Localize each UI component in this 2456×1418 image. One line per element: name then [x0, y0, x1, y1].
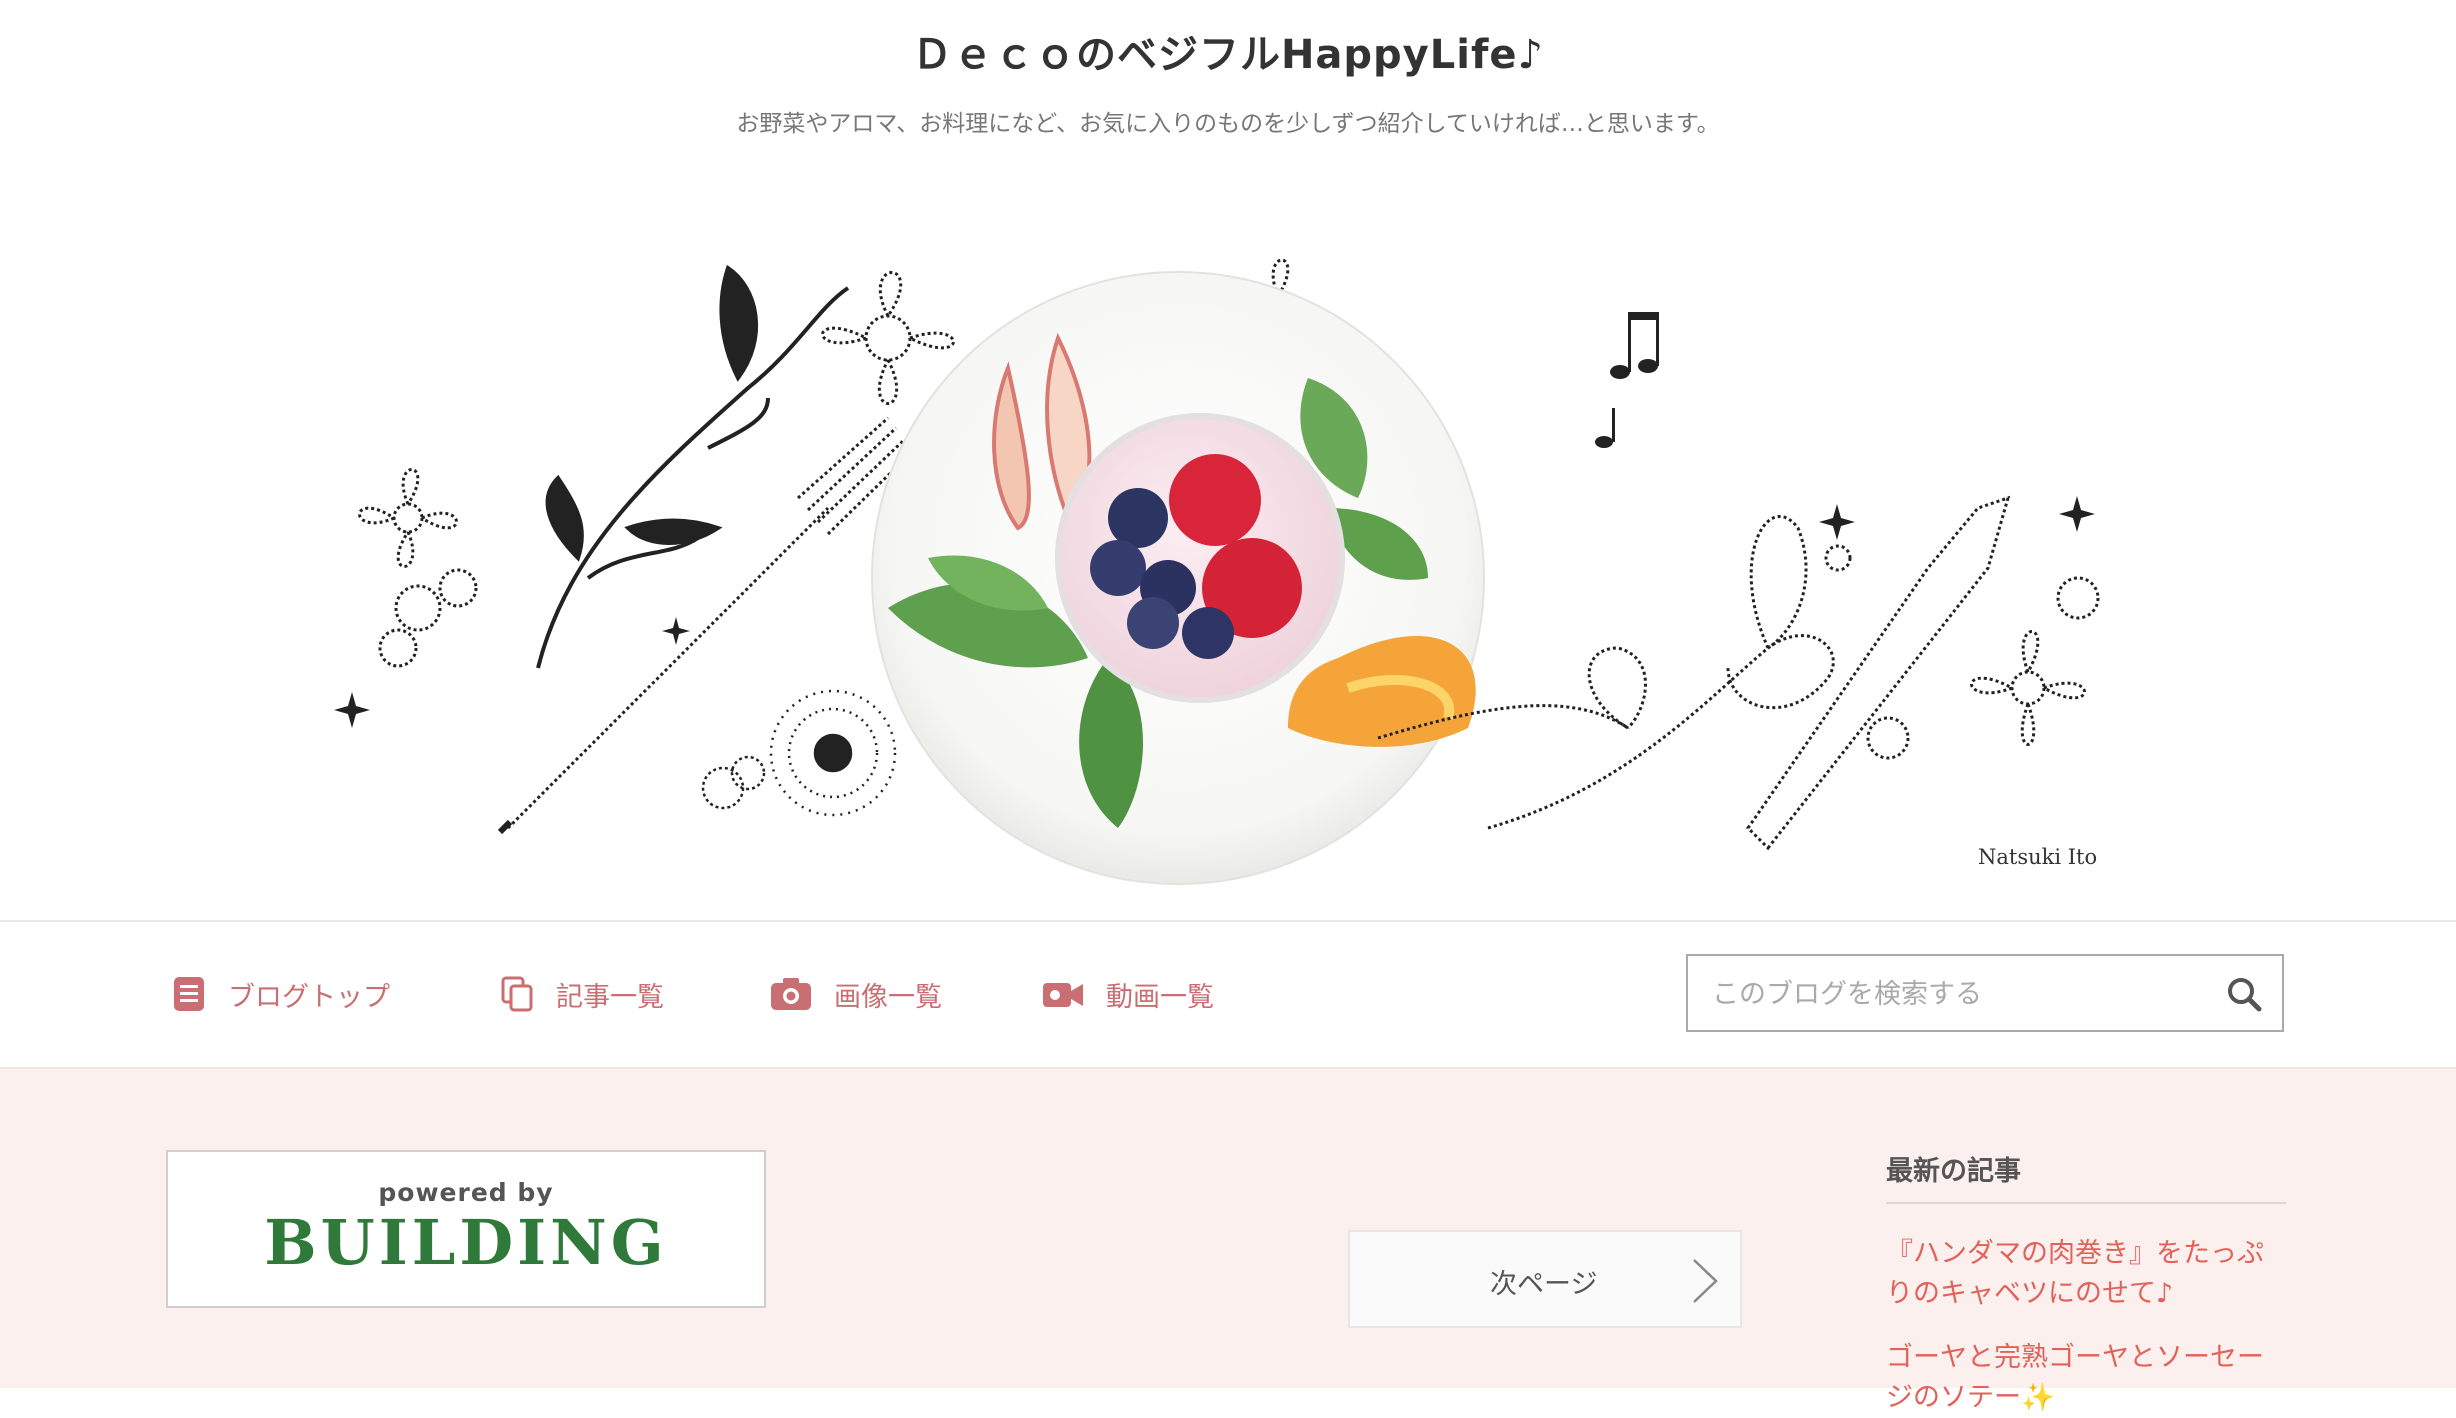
- nav-video-list-label: 動画一覧: [1106, 981, 1214, 1013]
- nav-article-list[interactable]: 記事一覧: [500, 972, 664, 1016]
- latest-articles-heading: 最新の記事: [1886, 1149, 2286, 1204]
- sidebar: 最新の記事 『ハンダマの肉巻き』をたっぷりのキャベツにのせて♪ ゴーヤと完熟ゴー…: [1886, 1149, 2286, 1418]
- powered-by-text: powered by: [378, 1178, 554, 1207]
- video-icon: [1043, 983, 1083, 1007]
- global-nav: ブログトップ 記事一覧 画像一覧 動画一覧: [0, 922, 2456, 1067]
- main-content: powered by BUILDING 次ページ 最新の記事 『ハンダマの肉巻き…: [0, 1069, 2456, 1413]
- nav-video-list[interactable]: 動画一覧: [1042, 972, 1214, 1016]
- daisy-doodle: [701, 689, 897, 817]
- latest-article-link[interactable]: 『ハンダマの肉巻き』をたっぷりのキャベツにのせて♪: [1886, 1234, 2286, 1314]
- hero-signature: Natsuki Ito: [1978, 845, 2097, 869]
- blog-title[interactable]: ＤｅｃｏのベジフルHappyLife♪: [0, 22, 2456, 80]
- chevron-right-icon: [1693, 1259, 1718, 1303]
- knife-doodle: [1746, 495, 2011, 851]
- latest-article-link[interactable]: ゴーヤと完熟ゴーヤとソーセージのソテー✨: [1886, 1338, 2286, 1418]
- search-icon[interactable]: [2224, 974, 2264, 1014]
- blog-search-box: [1686, 954, 2284, 1032]
- blog-search-input[interactable]: [1688, 956, 2214, 1032]
- flower-stem-doodle: [536, 264, 850, 669]
- nav-blog-top-label: ブログトップ: [228, 981, 390, 1013]
- nav-image-list-label: 画像一覧: [834, 981, 942, 1013]
- flower-doodle-right: [1824, 544, 2100, 760]
- camera-icon: [771, 978, 811, 1010]
- blog-header: ＤｅｃｏのベジフルHappyLife♪ お野菜やアロマ、お料理になど、お気に入り…: [0, 0, 2456, 920]
- copy-icon: [501, 976, 533, 1012]
- flower-doodle-left: [358, 468, 478, 668]
- hero-illustration: Natsuki Ito: [334, 258, 2100, 885]
- document-icon: [174, 977, 204, 1011]
- nav-article-list-label: 記事一覧: [556, 981, 664, 1013]
- plate-with-dessert: [871, 271, 1485, 885]
- blog-title-link[interactable]: ＤｅｃｏのベジフルHappyLife♪: [912, 32, 1544, 78]
- nav-blog-top[interactable]: ブログトップ: [172, 972, 390, 1016]
- building-banner[interactable]: powered by BUILDING: [166, 1150, 766, 1308]
- music-note-doodles: [1595, 312, 1659, 448]
- fork-doodle: [497, 416, 914, 835]
- building-logo-text: BUILDING: [264, 1206, 668, 1279]
- next-page-label: 次ページ: [1490, 1269, 1598, 1300]
- nav-image-list[interactable]: 画像一覧: [770, 972, 942, 1016]
- next-page-button[interactable]: 次ページ: [1348, 1230, 1742, 1328]
- blog-description: お野菜やアロマ、お料理になど、お気に入りのものを少しずつ紹介していければ…と思い…: [736, 111, 1720, 137]
